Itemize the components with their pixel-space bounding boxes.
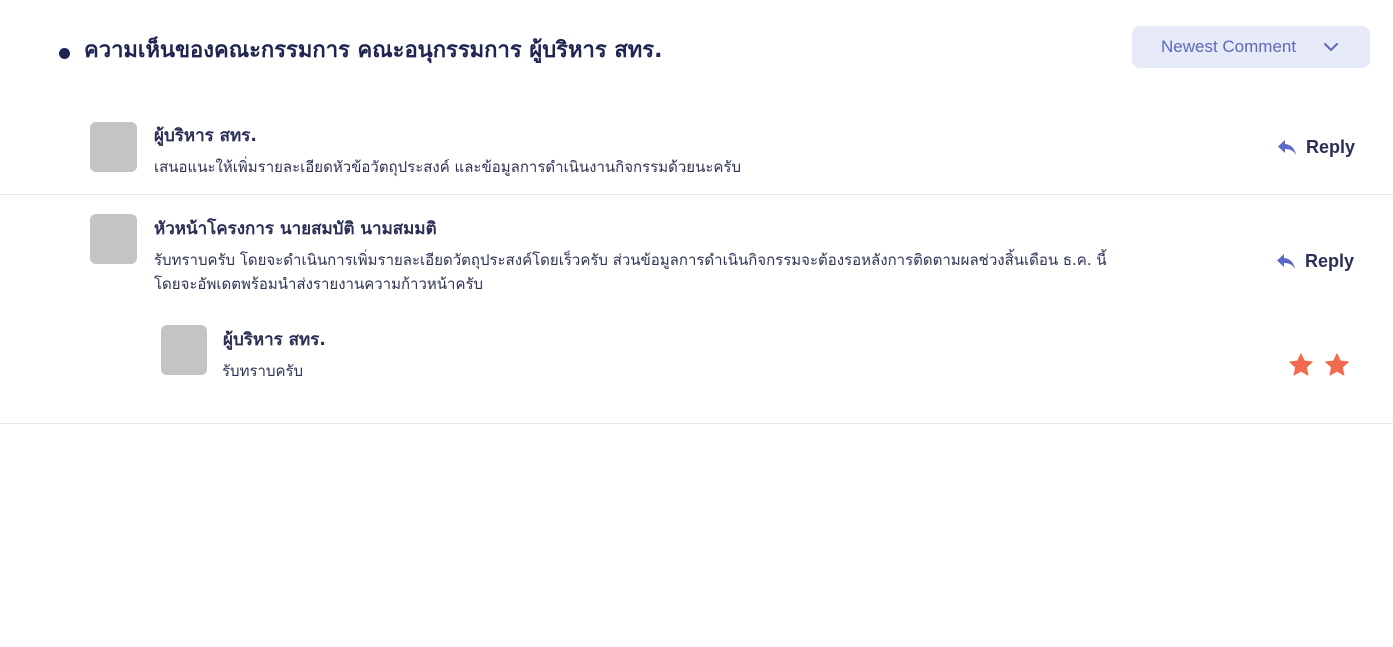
avatar	[90, 122, 137, 172]
reply-text: รับทราบครับ	[222, 362, 304, 380]
divider	[0, 423, 1393, 424]
bullet-icon	[59, 48, 70, 59]
page-title: ความเห็นของคณะกรรมการ คณะอนุกรรมการ ผู้บ…	[84, 38, 663, 63]
sort-dropdown[interactable]: Newest Comment	[1132, 26, 1370, 68]
reply-label: Reply	[1305, 251, 1355, 271]
avatar	[161, 325, 207, 375]
comments-header: ความเห็นของคณะกรรมการ คณะอนุกรรมการ ผู้บ…	[0, 0, 1393, 100]
comment-text: เสนอแนะให้เพิ่มรายละเอียดหัวข้อวัตถุประส…	[154, 158, 742, 176]
star-icon	[1325, 353, 1349, 376]
reply-label: Reply	[1306, 137, 1356, 157]
sort-selected-label: Newest Comment	[1161, 37, 1297, 56]
star-icon	[1289, 353, 1313, 376]
comment-author: หัวหน้าโครงการ นายสมบัติ นามสมมติ	[154, 219, 437, 239]
avatar	[90, 214, 137, 264]
reply-button[interactable]: Reply	[1276, 137, 1355, 158]
divider	[0, 194, 1393, 195]
reply-author: ผู้บริหาร สทร.	[223, 330, 326, 350]
comment-text-line-1: รับทราบครับ โดยจะดำเนินการเพิ่มรายละเอีย…	[154, 251, 1107, 269]
reply-icon	[1278, 139, 1296, 155]
comment-text-line-2: โดยจะอัพเดตพร้อมนำส่งรายงานความก้าวหน้าค…	[154, 275, 484, 293]
star-rating	[1288, 352, 1350, 378]
chevron-down-icon	[1324, 43, 1338, 51]
reply-button[interactable]: Reply	[1275, 251, 1354, 272]
comment-author: ผู้บริหาร สทร.	[154, 126, 257, 146]
reply-icon	[1277, 253, 1295, 269]
